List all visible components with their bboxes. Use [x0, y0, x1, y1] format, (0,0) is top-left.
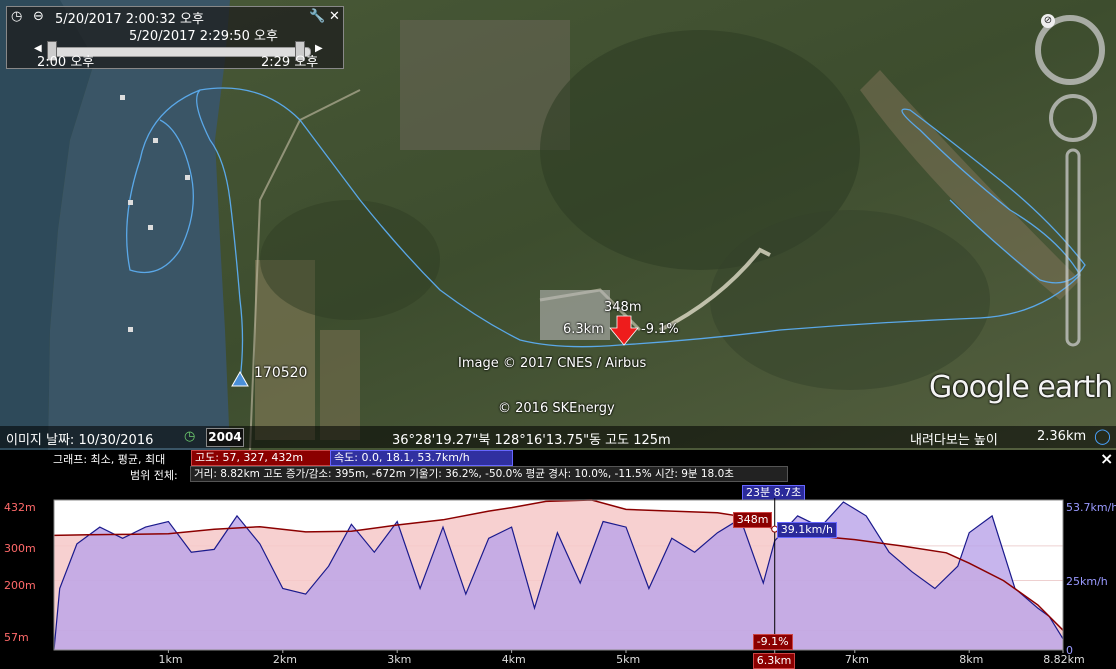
cursor-altitude-label: 348m: [604, 300, 642, 315]
zoom-out-icon[interactable]: ⊖: [33, 9, 44, 24]
historical-imagery-icon[interactable]: ◷: [184, 429, 195, 444]
cursor-distance-label: 6.3km: [563, 322, 604, 337]
x-tick-label: 8.82km: [1043, 653, 1085, 666]
wrench-icon[interactable]: 🔧: [309, 9, 325, 24]
y-right-tick: 53.7km/h: [1066, 501, 1116, 514]
google-earth-logo: Google earth: [929, 370, 1113, 405]
y-left-tick: 300m: [4, 542, 36, 555]
end-datetime: 5/20/2017 2:29:50 오후: [129, 29, 278, 44]
status-bar: 이미지 날짜: 10/30/2016 ◷ 36°28'19.27"북 128°1…: [0, 426, 1116, 448]
eye-altitude-value: 2.36km: [1037, 429, 1087, 444]
cursor-time-tag: 23분 8.7초: [742, 485, 806, 501]
graph-label: 그래프: 최소, 평균, 최대: [53, 453, 166, 466]
y-left-tick: 432m: [4, 501, 36, 514]
cursor-distance-tag: 6.3km: [752, 653, 796, 669]
close-profile-button[interactable]: ×: [1100, 449, 1113, 468]
imagery-date: 이미지 날짜: 10/30/2016: [6, 433, 154, 448]
cursor-altitude-tag: 348m: [732, 512, 773, 528]
y-left-tick: 200m: [4, 579, 36, 592]
x-tick-label: 3km: [387, 653, 412, 666]
cursor-slope-label: -9.1%: [641, 322, 679, 337]
x-tick-label: 1km: [158, 653, 183, 666]
track-marker-label[interactable]: 170520: [254, 365, 307, 381]
x-tick-label: 5km: [616, 653, 641, 666]
speed-stats[interactable]: 속도: 0.0, 18.1, 53.7km/h: [330, 450, 513, 466]
y-left-tick: 57m: [4, 631, 29, 644]
y-right-tick: 25km/h: [1066, 575, 1108, 588]
clock-icon[interactable]: ◷: [11, 9, 22, 24]
x-tick-label: 4km: [501, 653, 526, 666]
slider-left-label: 2:00 오후: [37, 55, 95, 70]
cursor-slope-tag: -9.1%: [752, 634, 793, 650]
range-label: 범위 전체:: [130, 469, 178, 482]
x-tick-label: 2km: [272, 653, 297, 666]
elevation-stats[interactable]: 고도: 57, 327, 432m: [191, 450, 333, 466]
data-credit: © 2016 SKEnergy: [498, 401, 615, 416]
x-tick-label: 7km: [844, 653, 869, 666]
compass-north-icon[interactable]: ⊘: [1041, 14, 1055, 28]
close-icon[interactable]: ✕: [329, 9, 340, 24]
coordinates-readout: 36°28'19.27"북 128°16'13.75"동 고도 125m: [392, 433, 671, 448]
cursor-speed-tag: 39.1km/h: [776, 522, 837, 538]
imagery-year-box[interactable]: 2004: [206, 428, 244, 447]
eye-altitude-label: 내려다보는 높이: [910, 433, 998, 448]
image-credit: Image © 2017 CNES / Airbus: [458, 356, 647, 371]
x-tick-label: 8km: [959, 653, 984, 666]
slider-right-label: 2:29 오후: [261, 55, 319, 70]
loading-indicator-icon: ◯: [1094, 427, 1111, 445]
range-stats: 거리: 8.82km 고도 증가/감소: 395m, -672m 기울기: 36…: [190, 466, 788, 482]
time-slider-panel: ◷ ⊖ 5/20/2017 2:00:32 오후 5/20/2017 2:29:…: [6, 6, 344, 70]
